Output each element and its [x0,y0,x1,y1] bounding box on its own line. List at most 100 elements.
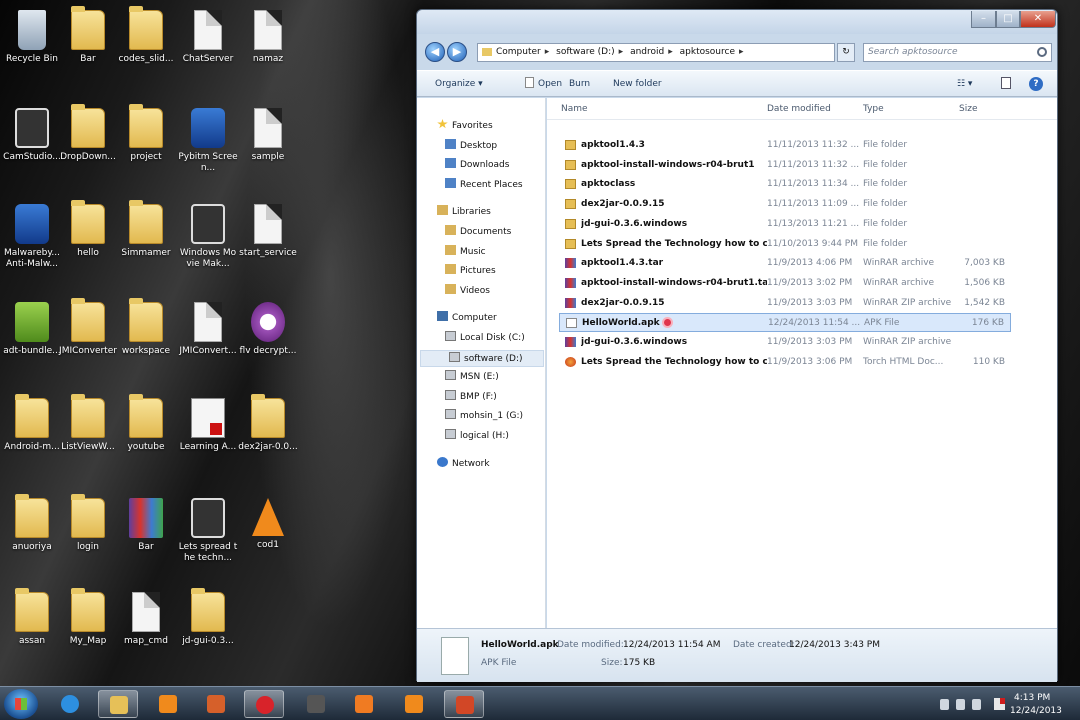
breadcrumb-computer[interactable]: Computer [496,47,541,57]
desktop-icon[interactable]: DropDown... [58,100,118,186]
open-button[interactable]: Open [525,77,562,91]
start-button[interactable] [4,689,38,719]
breadcrumb-separator[interactable]: ▸ [619,47,624,57]
desktop-icon[interactable]: hello [58,196,118,282]
desktop-icon[interactable]: start_service [238,196,298,282]
title-bar[interactable]: – □ ✕ [417,10,1057,34]
taskbar-button[interactable] [394,690,434,718]
taskbar-button[interactable] [50,690,90,718]
desktop-icon[interactable]: Simmamer [116,196,176,282]
nav-item[interactable]: Documents [417,224,511,241]
file-row[interactable]: jd-gui-0.3.6.windows 11/13/2013 11:21 ...… [559,215,1011,234]
desktop-icon[interactable]: Pybitm Screen... [178,100,238,186]
file-row[interactable]: apktool-install-windows-r04-brut1 11/11/2… [559,156,1011,175]
desktop-icon[interactable]: anuoriya [2,490,62,576]
nav-item[interactable]: Recent Places [417,177,523,194]
desktop-icon[interactable]: ChatServer [178,2,238,88]
column-header-size[interactable]: Size [959,104,977,114]
desktop-icon[interactable]: JMIConverter [58,294,118,380]
clock-time[interactable]: 4:13 PM [1014,693,1050,703]
nav-item[interactable]: Favorites [417,118,493,135]
desktop-icon[interactable]: Bar [116,490,176,576]
forward-button[interactable]: ▶ [447,42,467,62]
taskbar-button[interactable] [148,690,188,718]
desktop-icon[interactable]: Lets spread the techn... [178,490,238,576]
desktop-icon[interactable]: Android-m... [2,390,62,476]
nav-item[interactable]: MSN (E:) [417,369,499,386]
file-row[interactable]: apktool1.4.3 11/11/2013 11:32 ... File fol… [559,136,1011,155]
nav-item[interactable]: Downloads [417,157,509,174]
desktop-icon[interactable]: youtube [116,390,176,476]
taskbar-button[interactable] [196,690,236,718]
file-row[interactable]: jd-gui-0.3.6.windows 11/9/2013 3:03 PM Win… [559,333,1011,352]
file-row[interactable]: apktool1.4.3.tar 11/9/2013 4:06 PM WinRAR … [559,254,1011,273]
desktop-icon[interactable]: CamStudio... [2,100,62,186]
file-row[interactable]: HelloWorld.apk 12/24/2013 11:54 ... APK Fi… [559,313,1011,333]
breadcrumb-drive[interactable]: software (D:) [556,47,615,57]
nav-item[interactable]: Libraries [417,204,491,221]
nav-item[interactable]: software (D:) [420,349,544,367]
desktop-icon[interactable]: Recycle Bin [2,2,62,88]
organize-button[interactable]: Organize ▾ [435,77,483,91]
back-button[interactable]: ◀ [425,42,445,62]
desktop-icon[interactable]: assan [2,584,62,670]
desktop-icon[interactable]: jd-gui-0.3... [178,584,238,670]
preview-pane-button[interactable] [1001,77,1011,89]
nav-item[interactable]: BMP (F:) [417,389,497,406]
taskbar-button[interactable] [296,690,336,718]
desktop-icon[interactable]: Malwareby... Anti-Malw... [2,196,62,282]
column-header-type[interactable]: Type [863,104,884,114]
nav-item[interactable]: Desktop [417,138,497,155]
desktop-icon[interactable]: JMIConvert... [178,294,238,380]
desktop-icon[interactable]: Windows Movie Mak... [178,196,238,282]
nav-item[interactable]: Pictures [417,263,496,280]
search-input[interactable]: Search apktosource [863,43,1052,62]
desktop-icon[interactable]: ListViewW... [58,390,118,476]
nav-item[interactable]: Network [417,456,490,473]
taskbar-button[interactable] [98,690,138,718]
desktop-icon[interactable]: login [58,490,118,576]
file-row[interactable]: Lets Spread the Technology how to conv..… [559,353,1011,372]
power-tray-icon[interactable] [972,699,981,710]
breadcrumb-android[interactable]: android [630,47,664,57]
taskbar-button[interactable] [244,690,284,718]
column-header-name[interactable]: Name [561,104,588,114]
change-view-button[interactable]: ☷ ▾ [957,77,972,91]
column-header-date[interactable]: Date modified [767,104,831,114]
new-folder-button[interactable]: New folder [613,77,662,91]
file-row[interactable]: apktoclass 11/11/2013 11:34 ... File folde… [559,175,1011,194]
network-tray-icon[interactable] [940,699,949,710]
file-row[interactable]: apktool-install-windows-r04-brut1.tar 11/… [559,274,1011,293]
nav-item[interactable]: logical (H:) [417,428,509,445]
action-center-flag-icon[interactable] [994,698,1005,710]
nav-item[interactable]: Computer [417,310,497,327]
nav-item[interactable]: Local Disk (C:) [417,330,525,347]
desktop-icon[interactable]: Learning A... [178,390,238,476]
desktop-icon[interactable]: My_Map [58,584,118,670]
file-row[interactable]: Lets Spread the Technology how to conv..… [559,235,1011,254]
breadcrumb-separator[interactable]: ▸ [545,47,550,57]
desktop-icon[interactable]: cod1 [238,490,298,576]
refresh-button[interactable]: ↻ [837,43,855,62]
volume-tray-icon[interactable] [956,699,965,710]
file-row[interactable]: dex2jar-0.0.9.15 11/11/2013 11:09 ... File… [559,195,1011,214]
desktop-icon[interactable]: map_cmd [116,584,176,670]
desktop-icon[interactable]: namaz [238,2,298,88]
breadcrumb-apktosource[interactable]: apktosource [680,47,735,57]
nav-item[interactable]: Music [417,244,486,261]
taskbar-button[interactable] [344,690,384,718]
minimize-button[interactable]: – [971,11,996,28]
desktop-icon[interactable]: dex2jar-0.0... [238,390,298,476]
maximize-button[interactable]: □ [996,11,1020,28]
desktop-icon[interactable]: codes_slid... [116,2,176,88]
help-button[interactable]: ? [1029,77,1043,91]
taskbar-button[interactable] [444,690,484,718]
breadcrumb-separator[interactable]: ▸ [739,47,744,57]
close-button[interactable]: ✕ [1020,11,1056,28]
nav-item[interactable]: mohsin_1 (G:) [417,408,523,425]
clock-date[interactable]: 12/24/2013 [1010,706,1062,716]
desktop-icon[interactable]: Bar [58,2,118,88]
breadcrumb-separator[interactable]: ▸ [668,47,673,57]
burn-button[interactable]: Burn [569,77,590,91]
nav-item[interactable]: Videos [417,283,490,300]
